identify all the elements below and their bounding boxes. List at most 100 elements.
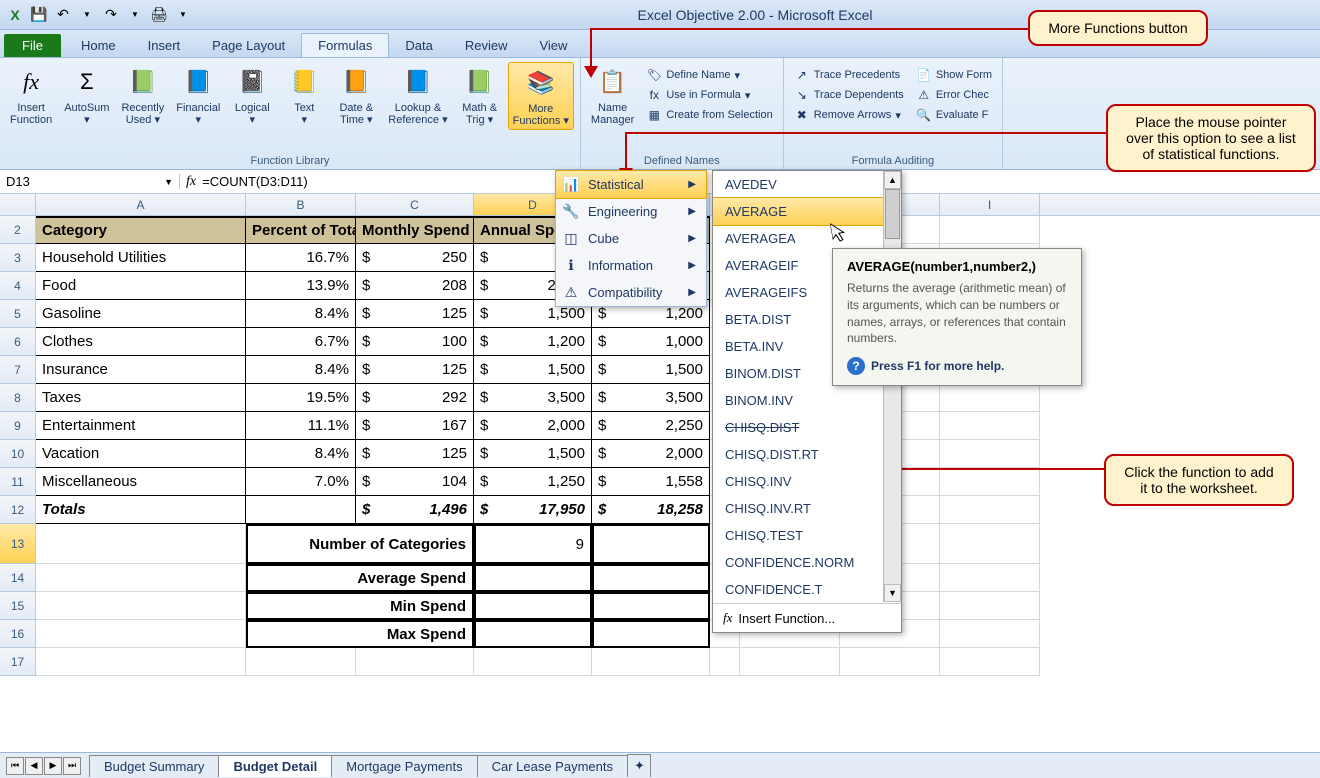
- trace-dependents-button[interactable]: ↘Trace Dependents: [790, 86, 908, 104]
- row-header[interactable]: 16: [0, 620, 36, 648]
- cell[interactable]: [36, 620, 246, 648]
- row-header[interactable]: 12: [0, 496, 36, 524]
- row-header[interactable]: 4: [0, 272, 36, 300]
- row-header[interactable]: 7: [0, 356, 36, 384]
- cell-category[interactable]: Clothes: [36, 328, 246, 356]
- menu-item-information[interactable]: ℹInformation▶: [556, 252, 706, 279]
- col-header-c[interactable]: C: [356, 194, 474, 215]
- cell[interactable]: [940, 524, 1040, 564]
- recently-used-button[interactable]: 📗Recently Used ▾: [117, 62, 168, 128]
- cell[interactable]: [246, 648, 356, 676]
- sheet-tab-detail[interactable]: Budget Detail: [218, 755, 332, 777]
- cell-percent[interactable]: 8.4%: [246, 440, 356, 468]
- redo-icon[interactable]: ↷: [100, 4, 122, 26]
- function-item-chisq-test[interactable]: CHISQ.TEST: [713, 522, 901, 549]
- tab-view[interactable]: View: [523, 34, 583, 57]
- select-all-corner[interactable]: [0, 194, 36, 215]
- print-icon[interactable]: 🖨: [148, 4, 170, 26]
- col-header-b[interactable]: B: [246, 194, 356, 215]
- row-header[interactable]: 9: [0, 412, 36, 440]
- row-header[interactable]: 5: [0, 300, 36, 328]
- use-in-formula-button[interactable]: fxUse in Formula ▾: [642, 86, 776, 104]
- cell[interactable]: [840, 648, 940, 676]
- menu-item-statistical[interactable]: 📊Statistical▶: [555, 170, 707, 199]
- menu-item-cube[interactable]: ◫Cube▶: [556, 225, 706, 252]
- cell[interactable]: [36, 648, 246, 676]
- tab-review[interactable]: Review: [449, 34, 524, 57]
- header-percent[interactable]: Percent of Total: [246, 216, 356, 244]
- function-item-avedev[interactable]: AVEDEV: [713, 171, 901, 198]
- cell-annual[interactable]: $1,500: [474, 440, 592, 468]
- row-header[interactable]: 3: [0, 244, 36, 272]
- sheet-nav-next[interactable]: ▶: [44, 757, 62, 775]
- function-item-chisq-inv-rt[interactable]: CHISQ.INV.RT: [713, 495, 901, 522]
- cell[interactable]: [36, 564, 246, 592]
- cell-category[interactable]: Household Utilities: [36, 244, 246, 272]
- cell[interactable]: [940, 496, 1040, 524]
- cell-category[interactable]: Insurance: [36, 356, 246, 384]
- sheet-nav-prev[interactable]: ◀: [25, 757, 43, 775]
- save-icon[interactable]: 💾: [28, 4, 50, 26]
- row-header[interactable]: 10: [0, 440, 36, 468]
- cell-percent[interactable]: 19.5%: [246, 384, 356, 412]
- tab-insert[interactable]: Insert: [132, 34, 197, 57]
- totals-annual[interactable]: $17,950: [474, 496, 592, 524]
- cell[interactable]: [592, 524, 710, 564]
- fx-indicator-icon[interactable]: fx: [186, 174, 196, 190]
- summary-label[interactable]: Average Spend: [246, 564, 474, 592]
- function-item-binom-inv[interactable]: BINOM.INV: [713, 387, 901, 414]
- totals-label[interactable]: Totals: [36, 496, 246, 524]
- tab-file[interactable]: File: [4, 34, 61, 57]
- row-header[interactable]: 15: [0, 592, 36, 620]
- cell[interactable]: [740, 648, 840, 676]
- create-from-selection-button[interactable]: ▦Create from Selection: [642, 106, 776, 124]
- logical-button[interactable]: 📓Logical▾: [228, 62, 276, 128]
- menu-item-compatibility[interactable]: ⚠Compatibility▶: [556, 279, 706, 306]
- cell-lastyear[interactable]: $1,558: [592, 468, 710, 496]
- row-header[interactable]: 2: [0, 216, 36, 244]
- tab-formulas[interactable]: Formulas: [301, 33, 389, 57]
- name-box[interactable]: D13▼: [0, 174, 180, 189]
- row-header[interactable]: 6: [0, 328, 36, 356]
- cell-monthly[interactable]: $292: [356, 384, 474, 412]
- col-header-i[interactable]: I: [940, 194, 1040, 215]
- summary-label[interactable]: Number of Categories: [246, 524, 474, 564]
- error-checking-button[interactable]: ⚠Error Chec: [912, 86, 996, 104]
- cell-lastyear[interactable]: $2,000: [592, 440, 710, 468]
- cell-percent[interactable]: 11.1%: [246, 412, 356, 440]
- excel-icon[interactable]: X: [4, 4, 26, 26]
- cell-percent[interactable]: 7.0%: [246, 468, 356, 496]
- cell-lastyear[interactable]: $2,250: [592, 412, 710, 440]
- cell-lastyear[interactable]: $1,500: [592, 356, 710, 384]
- cell-monthly[interactable]: $250: [356, 244, 474, 272]
- cell-category[interactable]: Gasoline: [36, 300, 246, 328]
- cell-category[interactable]: Taxes: [36, 384, 246, 412]
- function-list-scrollbar[interactable]: ▲ ▼: [883, 171, 901, 602]
- cell-monthly[interactable]: $100: [356, 328, 474, 356]
- cell-annual[interactable]: $2,000: [474, 412, 592, 440]
- undo-dropdown-icon[interactable]: ▼: [76, 4, 98, 26]
- undo-icon[interactable]: ↶: [52, 4, 74, 26]
- function-item-chisq-inv[interactable]: CHISQ.INV: [713, 468, 901, 495]
- cell[interactable]: [592, 592, 710, 620]
- cell[interactable]: [940, 384, 1040, 412]
- totals-monthly[interactable]: $1,496: [356, 496, 474, 524]
- row-header[interactable]: 11: [0, 468, 36, 496]
- scroll-up-icon[interactable]: ▲: [884, 171, 901, 189]
- cell[interactable]: [940, 620, 1040, 648]
- sheet-nav-first[interactable]: ⏮: [6, 757, 24, 775]
- define-name-button[interactable]: 🏷Define Name ▾: [642, 66, 776, 84]
- cell[interactable]: [940, 216, 1040, 244]
- sheet-tab-summary[interactable]: Budget Summary: [89, 755, 219, 777]
- cell[interactable]: [474, 592, 592, 620]
- qat-customize-icon[interactable]: ▼: [172, 4, 194, 26]
- summary-label[interactable]: Max Spend: [246, 620, 474, 648]
- cell[interactable]: [940, 648, 1040, 676]
- cell-monthly[interactable]: $125: [356, 440, 474, 468]
- function-item-confidence-norm[interactable]: CONFIDENCE.NORM: [713, 549, 901, 576]
- show-formulas-button[interactable]: 📄Show Form: [912, 66, 996, 84]
- autosum-button[interactable]: ΣAutoSum▾: [60, 62, 113, 128]
- math-trig-button[interactable]: 📗Math & Trig ▾: [456, 62, 504, 128]
- cell-monthly[interactable]: $125: [356, 300, 474, 328]
- scroll-down-icon[interactable]: ▼: [884, 584, 901, 602]
